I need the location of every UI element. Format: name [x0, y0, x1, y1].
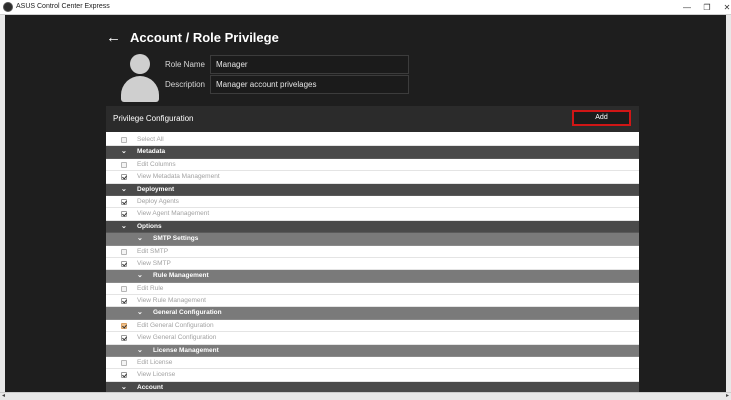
subsection-header[interactable]: ⌄ SMTP Settings: [106, 233, 639, 246]
privilege-row[interactable]: Edit SMTP: [106, 245, 639, 258]
privilege-checkbox[interactable]: [121, 248, 127, 255]
subsection-header[interactable]: ⌄ Rule Management: [106, 270, 639, 283]
privilege-label: Edit Columns: [137, 160, 176, 168]
role-name-input[interactable]: Manager: [210, 55, 409, 74]
privilege-checkbox[interactable]: [121, 335, 127, 342]
privilege-row[interactable]: View License: [106, 369, 639, 382]
window-border-right: [726, 15, 731, 392]
app-logo-icon: [3, 2, 13, 12]
privilege-label: View License: [137, 371, 176, 379]
privilege-label: View Rule Management: [137, 297, 206, 305]
page-title: Account / Role Privilege: [130, 29, 279, 45]
subsection-header[interactable]: ⌄ General Configuration: [106, 307, 639, 320]
privilege-label: Rule Management: [153, 272, 209, 280]
privilege-checkbox[interactable]: [121, 137, 127, 143]
privilege-panel: Privilege Configuration Add Select All ⌄ M…: [106, 106, 639, 392]
window-title-bar: ASUS Control Center Express — ❐ ✕: [0, 0, 731, 15]
panel-title: Privilege Configuration: [113, 114, 194, 123]
privilege-label: View General Configuration: [137, 334, 217, 342]
privilege-row[interactable]: Select All: [106, 134, 639, 147]
subsection-header[interactable]: ⌄ License Management: [106, 344, 639, 358]
privilege-row[interactable]: Deploy Agents: [106, 195, 639, 209]
section-header[interactable]: ⌄ Options: [106, 220, 639, 234]
privilege-label: Edit Rule: [137, 284, 164, 292]
section-header[interactable]: ⌄ Account: [106, 381, 639, 392]
privilege-label: Options: [137, 222, 162, 230]
privilege-checkbox[interactable]: [121, 198, 127, 205]
privilege-label: View Agent Management: [137, 210, 210, 218]
chevron-down-icon[interactable]: ⌄: [121, 146, 127, 157]
chevron-down-icon[interactable]: ⌄: [137, 270, 143, 281]
privilege-label: Select All: [137, 136, 164, 143]
privilege-label: View Metadata Management: [137, 173, 220, 181]
privilege-row[interactable]: Edit Columns: [106, 158, 639, 172]
section-header[interactable]: ⌄ Deployment: [106, 183, 639, 196]
privilege-checkbox[interactable]: [121, 298, 127, 305]
privilege-checkbox[interactable]: [121, 360, 127, 367]
privilege-row[interactable]: View Agent Management: [106, 208, 639, 221]
privilege-label: Metadata: [137, 148, 166, 156]
chevron-down-icon[interactable]: ⌄: [137, 345, 143, 356]
chevron-down-icon[interactable]: ⌄: [121, 184, 127, 195]
privilege-row[interactable]: Edit General Configuration: [106, 319, 639, 333]
privilege-label: Edit General Configuration: [137, 321, 214, 329]
privilege-row[interactable]: View Metadata Management: [106, 171, 639, 184]
privilege-row[interactable]: View Rule Management: [106, 295, 639, 308]
privilege-row[interactable]: View SMTP: [106, 257, 639, 271]
minimize-button[interactable]: —: [680, 0, 694, 15]
back-arrow-icon[interactable]: ←: [106, 29, 126, 46]
scroll-left-icon[interactable]: ◂: [2, 393, 5, 400]
close-button[interactable]: ✕: [720, 0, 731, 15]
privilege-label: SMTP Settings: [153, 235, 199, 243]
chevron-down-icon[interactable]: ⌄: [137, 233, 143, 244]
description-label: Description: [164, 80, 205, 89]
privilege-checkbox[interactable]: [121, 161, 127, 168]
privilege-label: Account: [137, 383, 163, 391]
privilege-label: View SMTP: [137, 259, 171, 267]
chevron-down-icon[interactable]: ⌄: [121, 382, 127, 392]
privilege-label: Edit SMTP: [137, 247, 169, 255]
app-content: ← Account / Role Privilege Role Name Man…: [5, 15, 726, 392]
horizontal-scrollbar[interactable]: ◂ ▸: [0, 392, 731, 400]
privilege-row[interactable]: Edit Rule: [106, 282, 639, 296]
privilege-label: License Management: [153, 346, 219, 354]
scroll-right-icon[interactable]: ▸: [726, 393, 729, 400]
privilege-checkbox[interactable]: [121, 174, 127, 181]
chevron-down-icon[interactable]: ⌄: [121, 221, 127, 232]
description-input[interactable]: Manager account privelages: [210, 75, 409, 94]
window-title: ASUS Control Center Express: [16, 3, 110, 10]
privilege-label: Edit License: [137, 359, 173, 367]
chevron-down-icon[interactable]: ⌄: [137, 307, 143, 318]
page-header: ← Account / Role Privilege: [106, 27, 279, 47]
maximize-button[interactable]: ❐: [700, 0, 714, 15]
section-header[interactable]: ⌄ Metadata: [106, 146, 639, 159]
privilege-checkbox[interactable]: [121, 372, 127, 379]
privilege-checkbox[interactable]: [121, 260, 127, 267]
privilege-label: Deployment: [137, 185, 175, 193]
privilege-label: General Configuration: [153, 309, 222, 317]
panel-header: Privilege Configuration Add: [106, 106, 639, 132]
privilege-list: Select All ⌄ Metadata Edit Columns View Meta…: [106, 134, 639, 392]
privilege-checkbox[interactable]: [121, 211, 127, 218]
privilege-checkbox[interactable]: [121, 285, 127, 292]
privilege-label: Deploy Agents: [137, 197, 179, 205]
privilege-row[interactable]: Edit License: [106, 357, 639, 370]
privilege-checkbox[interactable]: [121, 322, 127, 329]
privilege-row[interactable]: View General Configuration: [106, 332, 639, 345]
add-button[interactable]: Add: [572, 110, 631, 126]
role-name-label: Role Name: [164, 60, 205, 69]
